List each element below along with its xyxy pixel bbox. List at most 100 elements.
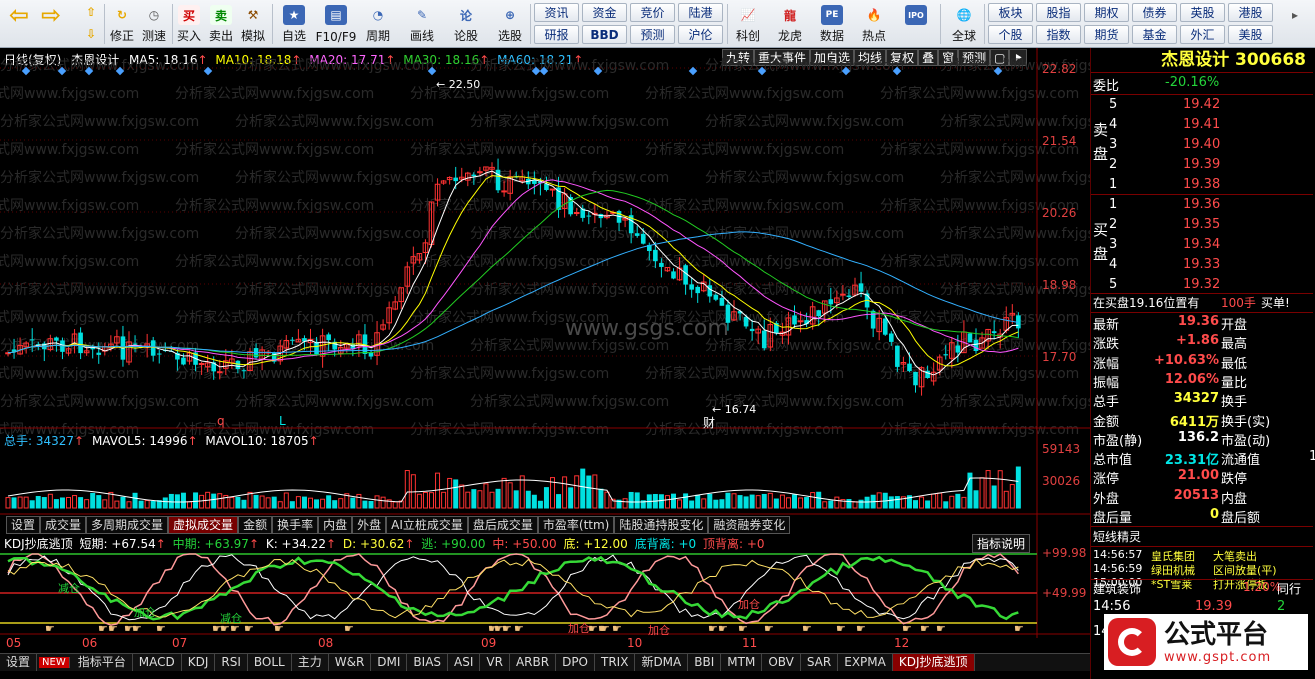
toolbar-button-f10[interactable]: ▤ F10/F9 [314,2,358,46]
subtab-virtual-volume[interactable]: 虚拟成交量 [168,516,239,534]
bottomtab-dmi[interactable]: DMI [371,654,408,671]
peer-tab[interactable]: 同行 [1277,580,1311,599]
btn-indices[interactable]: 指数 [1036,25,1081,44]
bottomtab-obv[interactable]: OBV [762,654,801,671]
toolbar-button-sell[interactable]: 卖卖出 [206,2,236,46]
subtab-inner[interactable]: 内盘 [318,516,353,534]
down-button[interactable]: ⇩ [80,24,102,44]
btn-stocks[interactable]: 个股 [988,25,1033,44]
toolbar-button-dragon[interactable]: 龍龙虎 [772,2,808,46]
btn-funds[interactable]: 基金 [1132,25,1177,44]
btn-forex[interactable]: 外汇 [1180,25,1225,44]
subtab-turnover[interactable]: 换手率 [272,516,319,534]
btn-hk-connect[interactable]: 陆港 [678,3,723,22]
bottomtab-asi[interactable]: ASI [448,654,481,671]
bottomtab-mtm[interactable]: MTM [721,654,763,671]
btn-options[interactable]: 期权 [1084,3,1129,22]
bottomtab-new-dma[interactable]: 新DMA [635,654,689,671]
bottomtab-bias[interactable]: BIAS [407,654,449,671]
watermark-text: 分析家公式网www.fxjgsw.com [705,57,904,74]
bottomtab-kdj[interactable]: KDJ [182,654,216,671]
ask-level[interactable]: 5 19.42 [1091,97,1315,116]
volume-bar [1003,490,1009,509]
bottomtab-sar[interactable]: SAR [801,654,839,671]
bottomtab-arbr[interactable]: ARBR [510,654,557,671]
bottomtab-wr[interactable]: W&R [329,654,372,671]
toolbar-button-watchlist[interactable]: ★ 自选 [276,2,312,46]
bid-level[interactable]: 2 19.35 [1091,217,1315,236]
bid-level[interactable]: 4 19.33 [1091,257,1315,276]
bottomtab-kdj-bottom-top[interactable]: KDJ抄底逃顶 [892,654,975,671]
price-label-2: 21.54 [1042,134,1077,148]
volume-bar [628,491,634,509]
btn-forecast[interactable]: 预测 [630,25,675,44]
btn-bbd[interactable]: BBD [582,25,627,44]
subtab-outer[interactable]: 外盘 [352,516,387,534]
subtab-volume[interactable]: 成交量 [40,516,87,534]
ask-level[interactable]: 4 19.41 [1091,117,1315,136]
watermark-text: 分析家公式网www.fxjgsw.com [0,57,199,74]
subtab-after-hours[interactable]: 盘后成交量 [467,516,538,534]
btn-research[interactable]: 研报 [534,25,579,44]
toolbar-button-hot[interactable]: 🔥 热点 [856,2,892,46]
subtab-hk-holding[interactable]: 陆股通持股变化 [614,516,709,534]
bottomtab-boll[interactable]: BOLL [248,654,292,671]
subtab-margin[interactable]: 融资融券变化 [708,516,791,534]
volume-bar [586,475,592,509]
btn-auction[interactable]: 竞价 [630,3,675,22]
btn-uk-stocks[interactable]: 英股 [1180,3,1225,22]
bottomtab-rsi[interactable]: RSI [215,654,248,671]
bottomtab-settings[interactable]: 设置 [0,654,38,671]
toolbar-button-speed[interactable]: ◷ 测速 [138,2,170,46]
subtab-settings[interactable]: 设置 [6,516,41,534]
subtab-ai-volume[interactable]: AI立桩成交量 [386,516,468,534]
btn-futures[interactable]: 期货 [1084,25,1129,44]
big-order-notice: 在买盘19.16位置有 100手 买单! [1093,296,1290,310]
toolbar-button-draw[interactable]: ✎ 画线 [404,2,440,46]
bid-level[interactable]: 3 19.34 [1091,237,1315,256]
bottomtab-bbi[interactable]: BBI [688,654,722,671]
bottomtab-vr[interactable]: VR [480,654,510,671]
toolbar-button-screen[interactable]: ⊕ 选股 [492,2,528,46]
bottomtab-main-force[interactable]: 主力 [292,654,329,671]
bottomtab-indicator-platform[interactable]: 指标平台 [72,654,133,671]
toolbar-button-discuss[interactable]: 论论股 [448,2,484,46]
bottomtab-expma[interactable]: EXPMA [838,654,893,671]
btn-news[interactable]: 资讯 [534,3,579,22]
price-label-5: 17.70 [1042,350,1077,364]
back-button[interactable]: ⇦ [4,1,34,46]
btn-sh-london[interactable]: 沪伦 [678,25,723,44]
chart-area[interactable]: 日线(复权) 杰恩设计 MA5: 18.16↑ MA10: 18.18↑ MA2… [0,48,1090,654]
forward-button[interactable]: ⇨ [36,1,66,46]
bid-level[interactable]: 1 19.36 [1091,197,1315,216]
bottomtab-trix[interactable]: TRIX [595,654,636,671]
kdj-word-6: 加仓 [568,622,590,635]
toolbar-button-buy[interactable]: 买买入 [174,2,204,46]
btn-hk-stocks[interactable]: 港股 [1228,3,1273,22]
bottomtab-dpo[interactable]: DPO [556,654,595,671]
volume-bar [973,490,979,509]
btn-index-futures[interactable]: 股指 [1036,3,1081,22]
bottomtab-macd[interactable]: MACD [133,654,182,671]
volume-bar [416,493,422,509]
toolbar-button-cycle[interactable]: ◔ 周期 [360,2,396,46]
btn-sector[interactable]: 板块 [988,3,1033,22]
subtab-amount[interactable]: 金额 [238,516,273,534]
toolbar-more-button[interactable]: ▸ [1280,2,1310,46]
toolbar-button-global[interactable]: 🌐 全球 [944,2,984,46]
toolbar-button-simulate[interactable]: ⚒ 模拟 [238,2,268,46]
btn-bonds[interactable]: 债券 [1132,3,1177,22]
ask-level[interactable]: 3 19.40 [1091,137,1315,156]
subtab-multi-volume[interactable]: 多周期成交量 [86,516,169,534]
toolbar-button-data[interactable]: PE 数据 [814,2,850,46]
toolbar-button-tech[interactable]: 📈 科创 [730,2,766,46]
toolbar-button-ipo[interactable]: IPO [898,2,934,46]
toolbar-button-fix[interactable]: ↻ 修正 [106,2,138,46]
btn-us-stocks[interactable]: 美股 [1228,25,1273,44]
subtab-pe-ttm[interactable]: 市盈率(ttm) [537,516,615,534]
volume-bar [314,499,320,509]
indicator-help-button[interactable]: 指标说明 [972,534,1031,553]
up-button[interactable]: ⇧ [80,2,102,22]
ask-level[interactable]: 2 19.39 [1091,157,1315,176]
btn-fund[interactable]: 资金 [582,3,627,22]
